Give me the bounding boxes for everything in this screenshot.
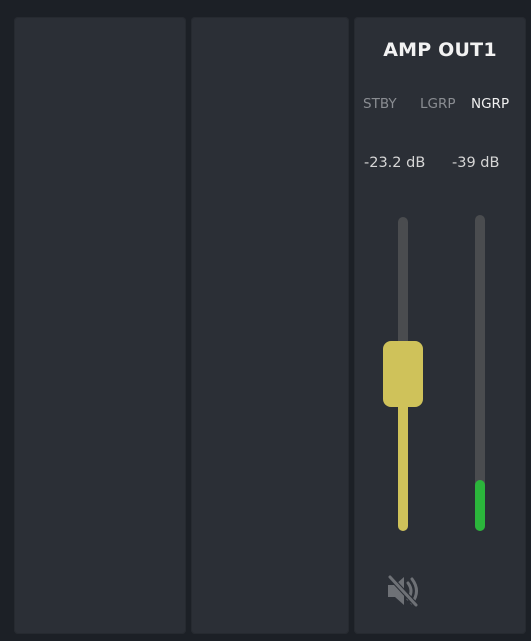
mode-ngrp-button[interactable]: NGRP [471,96,509,112]
channel-strip-empty-2 [191,17,349,634]
speaker-muted-icon [387,574,419,608]
meter-db-readout: -39 dB [452,155,500,171]
level-meter [475,215,485,531]
mode-stby-button[interactable]: STBY [363,96,397,112]
level-meter-fill [475,480,485,531]
fader-db-readout: -23.2 dB [364,155,426,171]
channel-title: AMP OUT1 [383,39,497,61]
fader-handle[interactable] [383,341,423,407]
mixer-view: AMP OUT1 STBY LGRP NGRP -23.2 dB -39 dB [0,0,531,641]
channel-strip-amp-out1: AMP OUT1 STBY LGRP NGRP -23.2 dB -39 dB [354,17,526,634]
mute-button[interactable] [384,573,424,609]
channel-strip-empty-1 [14,17,186,634]
mode-lgrp-button[interactable]: LGRP [420,96,456,112]
